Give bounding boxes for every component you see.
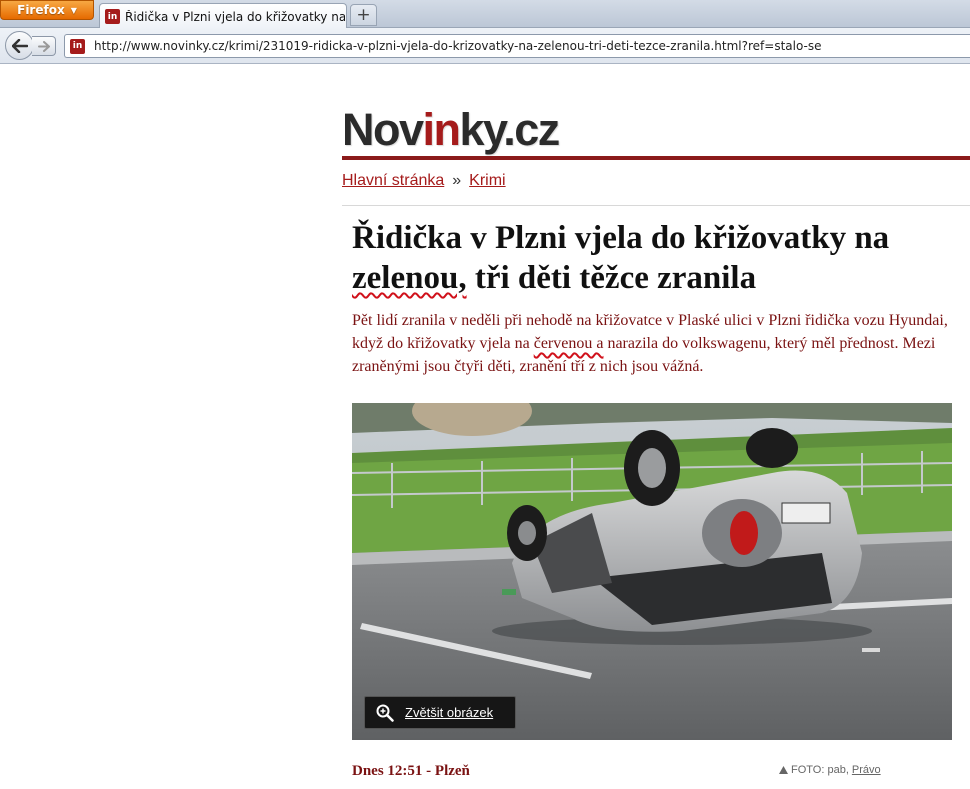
logo-text-part3: ky.cz	[459, 104, 561, 155]
article-headline: Řidička v Plzni vjela do křižovatky na z…	[352, 218, 962, 298]
logo-text-part1: Nov	[342, 104, 424, 155]
firefox-menu-label: Firefox	[17, 3, 65, 17]
new-tab-button[interactable]: +	[350, 4, 377, 26]
forward-arrow-icon	[37, 40, 50, 52]
article-perex: Pět lidí zranila v neděli při nehodě na …	[352, 309, 962, 378]
novinky-favicon-icon: in	[105, 9, 120, 24]
breadcrumb-section-link[interactable]: Krimi	[469, 172, 505, 190]
article-dateline: Dnes 12:51 - Plzeň	[352, 763, 470, 779]
photo-credit: FOTO: pab, Právo	[779, 764, 881, 776]
browser-tabbar: Firefox ▼ in Řidička v Plzni vjela do kř…	[0, 0, 970, 29]
article-photo[interactable]: Zvětšit obrázek	[352, 403, 952, 740]
magnifier-plus-icon	[376, 704, 394, 722]
logo-text-accent: in	[422, 104, 462, 155]
breadcrumb-separator: »	[452, 172, 462, 189]
tab-active[interactable]: in Řidička v Plzni vjela do křižovatky n…	[99, 3, 347, 29]
address-bar[interactable]: in http://www.novinky.cz/krimi/231019-ri…	[64, 34, 970, 58]
zoom-image-button[interactable]: Zvětšit obrázek	[364, 696, 516, 729]
forward-button[interactable]	[32, 36, 56, 56]
breadcrumb: Hlavní stránka » Krimi	[342, 172, 506, 190]
perex-spellcheck-word: červenou a	[533, 335, 604, 352]
chevron-down-icon: ▼	[70, 5, 77, 15]
breadcrumb-divider	[342, 205, 970, 206]
logo-underline-rule	[342, 156, 970, 160]
headline-spellcheck-word: zelenou,	[352, 260, 467, 296]
zoom-image-label[interactable]: Zvětšit obrázek	[405, 705, 493, 720]
back-arrow-icon	[11, 38, 28, 53]
breadcrumb-home-link[interactable]: Hlavní stránka	[342, 172, 444, 190]
headline-part1: Řidička v Plzni vjela do křižovatky na	[352, 220, 890, 256]
site-logo[interactable]: Novinky.cz	[342, 104, 561, 156]
browser-navbar: in http://www.novinky.cz/krimi/231019-ri…	[0, 28, 970, 64]
triangle-up-icon	[779, 766, 788, 774]
photo-credit-link[interactable]: Právo	[852, 764, 881, 776]
headline-part2: tři děti těžce zranila	[466, 260, 757, 296]
site-identity-icon[interactable]: in	[70, 38, 85, 54]
tab-title: Řidička v Plzni vjela do křižovatky na z…	[125, 9, 345, 24]
url-text[interactable]: http://www.novinky.cz/krimi/231019-ridic…	[94, 39, 822, 53]
overturned-car-photo	[352, 403, 952, 740]
photo-credit-prefix: FOTO: pab,	[791, 764, 849, 776]
firefox-menu-button[interactable]: Firefox ▼	[0, 0, 94, 20]
back-button[interactable]	[5, 31, 34, 60]
